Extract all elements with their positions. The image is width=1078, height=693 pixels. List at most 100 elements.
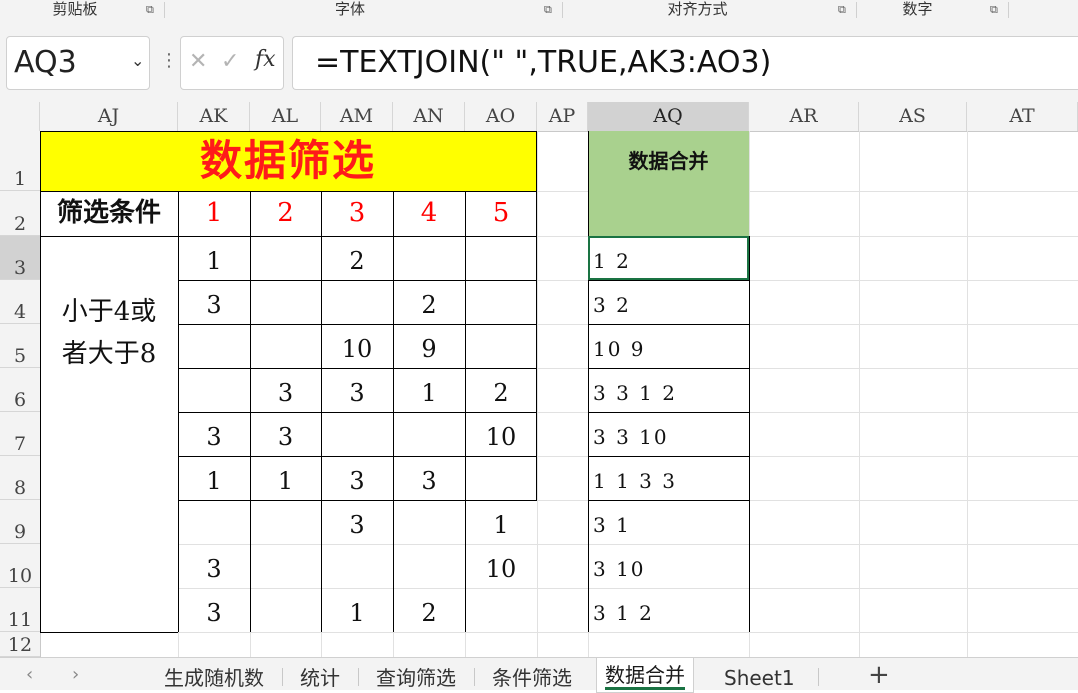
- row-header-selected[interactable]: 3: [0, 236, 40, 280]
- chevron-down-icon[interactable]: ⌄: [131, 51, 144, 70]
- row-header[interactable]: 10: [0, 544, 40, 588]
- data-cell[interactable]: [250, 236, 321, 280]
- row-header[interactable]: 1: [0, 131, 40, 191]
- data-cell[interactable]: 3: [321, 500, 393, 544]
- font-launcher-icon[interactable]: ⧉: [544, 4, 556, 16]
- merged-result[interactable]: 3 3 1 2: [593, 368, 677, 412]
- data-cell[interactable]: 3: [321, 456, 393, 500]
- data-cell[interactable]: 1: [393, 368, 465, 412]
- cancel-icon[interactable]: ✕: [189, 49, 207, 74]
- data-cell[interactable]: 1: [250, 456, 321, 500]
- data-cell[interactable]: [465, 588, 537, 632]
- data-cell[interactable]: [321, 412, 393, 456]
- data-cell[interactable]: [465, 236, 537, 280]
- data-cell[interactable]: [393, 412, 465, 456]
- merged-result[interactable]: 3 10: [593, 544, 646, 588]
- data-cell[interactable]: 10: [465, 412, 537, 456]
- data-cell[interactable]: [250, 500, 321, 544]
- column-header[interactable]: AM: [321, 102, 393, 131]
- data-cell[interactable]: [393, 500, 465, 544]
- data-cell[interactable]: 1: [321, 588, 393, 632]
- more-options-icon[interactable]: ⋮: [160, 52, 178, 70]
- name-box[interactable]: AQ3 ⌄: [6, 36, 150, 90]
- data-cell[interactable]: 2: [393, 588, 465, 632]
- merged-result[interactable]: 3 3 10: [593, 412, 669, 456]
- data-cell[interactable]: 2: [321, 236, 393, 280]
- data-cell[interactable]: 10: [465, 544, 537, 588]
- clipboard-launcher-icon[interactable]: ⧉: [146, 4, 158, 16]
- merge-header-cell-blank[interactable]: [588, 191, 749, 236]
- data-cell[interactable]: 3: [178, 280, 250, 324]
- data-cell[interactable]: [250, 588, 321, 632]
- data-cell[interactable]: [178, 368, 250, 412]
- sheet-tab[interactable]: 统计: [300, 664, 340, 692]
- alignment-launcher-icon[interactable]: ⧉: [838, 4, 850, 16]
- sheet-tab[interactable]: Sheet1: [724, 664, 795, 692]
- row-header[interactable]: 2: [0, 191, 40, 236]
- spreadsheet-grid[interactable]: 数据筛选 数据合并 筛选条件 1 2 3 4 5 小于4或 者大于8 12321…: [40, 131, 1078, 657]
- data-cell[interactable]: 1: [178, 236, 250, 280]
- data-cell[interactable]: 3: [178, 588, 250, 632]
- column-header[interactable]: AN: [393, 102, 465, 131]
- sheet-tab-active[interactable]: 数据合并: [596, 658, 694, 693]
- data-cell[interactable]: 3: [321, 368, 393, 412]
- row-header[interactable]: 7: [0, 412, 40, 456]
- data-cell[interactable]: [250, 544, 321, 588]
- data-cell[interactable]: [178, 500, 250, 544]
- formula-input[interactable]: =TEXTJOIN(" ",TRUE,AK3:AO3): [292, 36, 1078, 90]
- enter-check-icon[interactable]: ✓: [221, 49, 239, 74]
- row-header[interactable]: 6: [0, 368, 40, 412]
- row-header[interactable]: 4: [0, 280, 40, 324]
- data-cell[interactable]: 9: [393, 324, 465, 368]
- active-cell-selection[interactable]: [588, 236, 749, 280]
- data-cell[interactable]: [393, 236, 465, 280]
- data-cell[interactable]: 3: [250, 412, 321, 456]
- prev-sheet-icon[interactable]: ‹: [26, 664, 33, 685]
- column-header[interactable]: AJ: [40, 102, 178, 131]
- column-header[interactable]: AT: [967, 102, 1078, 131]
- data-cell[interactable]: [178, 324, 250, 368]
- column-header[interactable]: AK: [178, 102, 250, 131]
- data-cell[interactable]: [321, 280, 393, 324]
- data-cell[interactable]: [465, 324, 537, 368]
- column-header[interactable]: AS: [859, 102, 967, 131]
- data-cell[interactable]: 3: [250, 368, 321, 412]
- column-header[interactable]: AP: [537, 102, 588, 131]
- data-cell[interactable]: 3: [178, 412, 250, 456]
- merged-result[interactable]: 3 2: [593, 280, 631, 324]
- row-header[interactable]: 5: [0, 324, 40, 368]
- next-sheet-icon[interactable]: ›: [72, 664, 79, 685]
- merged-result[interactable]: 1 1 3 3: [593, 456, 677, 500]
- data-cell[interactable]: 2: [465, 368, 537, 412]
- column-header[interactable]: AO: [465, 102, 537, 131]
- row-header[interactable]: 12: [0, 632, 40, 657]
- data-cell[interactable]: [465, 280, 537, 324]
- merged-result[interactable]: 3 1 2: [593, 588, 654, 632]
- row-header[interactable]: 9: [0, 500, 40, 544]
- data-cell[interactable]: 3: [393, 456, 465, 500]
- data-cell[interactable]: [250, 324, 321, 368]
- sheet-tab[interactable]: 生成随机数: [164, 664, 264, 692]
- data-cell[interactable]: 10: [321, 324, 393, 368]
- data-cell[interactable]: 1: [178, 456, 250, 500]
- select-all-corner[interactable]: [0, 102, 40, 131]
- merged-result[interactable]: 10 9: [593, 324, 646, 368]
- add-sheet-icon[interactable]: +: [868, 660, 890, 690]
- column-header-selected[interactable]: AQ: [588, 102, 749, 131]
- data-cell[interactable]: [465, 456, 537, 500]
- data-cell[interactable]: 2: [393, 280, 465, 324]
- row-header[interactable]: 8: [0, 456, 40, 500]
- merged-result[interactable]: 3 1: [593, 500, 631, 544]
- data-cell[interactable]: [250, 280, 321, 324]
- column-header[interactable]: AR: [749, 102, 859, 131]
- data-cell[interactable]: [321, 544, 393, 588]
- data-cell[interactable]: [393, 544, 465, 588]
- data-cell[interactable]: 3: [178, 544, 250, 588]
- sheet-tab[interactable]: 条件筛选: [492, 664, 572, 692]
- row-header[interactable]: 11: [0, 588, 40, 632]
- column-header[interactable]: AL: [250, 102, 321, 131]
- data-cell[interactable]: 1: [465, 500, 537, 544]
- sheet-tab[interactable]: 查询筛选: [376, 664, 456, 692]
- insert-function-icon[interactable]: fx: [255, 47, 276, 72]
- number-launcher-icon[interactable]: ⧉: [990, 4, 1002, 16]
